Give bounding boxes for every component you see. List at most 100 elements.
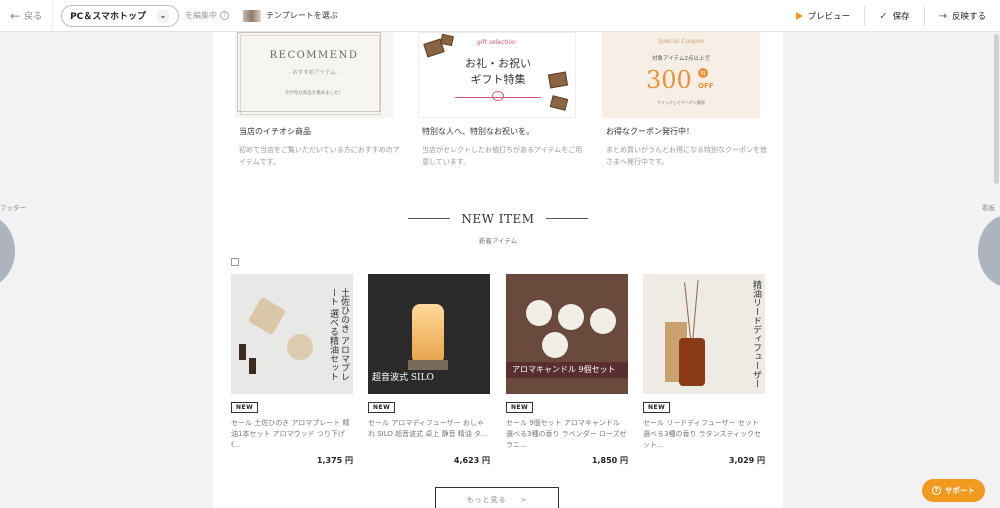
gift-title-line1: お礼・お祝い [465,57,531,70]
bottle-image [679,338,705,386]
reed-stick-image [692,280,699,338]
template-label: テンプレートを選ぶ [266,11,338,20]
editing-label: を編集中 [185,11,218,20]
banner-description: 当店がセレクトしたお値打ちがあるアイテムをご用意しています。 [422,146,583,166]
prev-section-label: フッター [0,204,26,212]
publish-label: 反映する [951,12,986,22]
product-card[interactable]: 超音波式 SILO NEW セール アロマディフューザー おしゃれ SILO 超… [368,274,490,466]
price-currency: 円 [620,456,628,465]
template-select-button[interactable]: テンプレートを選ぶ [243,9,338,22]
editing-status: を編集中 ? [185,10,230,21]
heading-rule [546,218,588,219]
candle-image [542,332,568,358]
product-image-text: 超音波式 SILO [372,373,434,383]
bottle-image [239,344,246,360]
chevron-down-icon: ⌄ [156,8,171,23]
broken-image-icon [231,258,239,266]
device-select[interactable]: PC＆スマホトップ ⌄ [61,4,180,27]
product-card[interactable]: アロマキャンドル 9個セット NEW セール 9個セット アロマキャンドル 選べ… [506,274,628,466]
coupon-script: Special Coupon [657,38,705,45]
coupon-banner[interactable]: Special Coupon 対象アイテム2点以上で 300 円 OFF クリッ… [602,32,760,118]
price-value: 1,375 [316,456,343,465]
diffuser-image [412,304,444,364]
coupon-note: クリックしてクーポン獲得 [657,100,705,105]
see-more-button[interactable]: もっと見る > [435,487,559,508]
product-image[interactable]: 精油リードディフューザー [643,274,765,394]
gift-title-line2: ギフト特集 [470,73,526,86]
back-button[interactable]: ← 戻る [0,0,54,31]
arrow-right-icon: → [938,10,947,22]
publish-button[interactable]: → 反映する [923,6,1000,26]
preview-button[interactable]: プレビュー [782,6,865,26]
product-card[interactable]: 土佐ひのき アロマプレート 選べる精油セット NEW セール 土佐ひのき アロマ… [231,274,353,466]
product-price: 4,623 円 [368,455,490,466]
coupon-off: OFF [698,82,714,90]
price-value: 4,623 [453,456,480,465]
ribbon-bow-icon [492,91,504,101]
price-value: 3,029 [728,456,755,465]
toolbar-actions: プレビュー ✓ 保存 → 反映する [782,0,1000,32]
price-value: 1,850 [591,456,618,465]
product-price: 3,029 円 [643,455,765,466]
gift-box-image [549,95,569,111]
prev-section-button[interactable] [0,215,15,287]
template-thumbnail [243,9,262,22]
product-price: 1,850 円 [506,455,628,466]
product-name[interactable]: セール アロマディフューザー おしゃれ SILO 超音波式 卓上 静音 精油 タ… [368,418,490,451]
product-price: 1,375 円 [231,455,353,466]
product-image-text: アロマキャンドル 9個セット [512,365,616,374]
chevron-right-icon: > [520,496,528,504]
check-icon: ✓ [879,10,888,22]
new-item-subtitle: 新着アイテム [478,237,518,245]
gift-box-image [440,33,454,47]
product-image-text: 精油リードディフューザー [751,280,761,388]
candle-image [558,304,584,330]
page-preview: RECOMMEND - おすすめアイテム - 今が旬な商品を集めました！ gif… [213,32,783,508]
next-section-button[interactable] [978,215,1000,287]
new-badge: NEW [506,402,534,413]
recommend-note: 今が旬な商品を集めました！ [284,91,344,96]
product-image[interactable]: アロマキャンドル 9個セット [506,274,628,394]
price-currency: 円 [345,456,353,465]
recommend-sub: - おすすめアイテム - [288,70,340,76]
back-arrow-icon: ← [10,8,21,23]
new-item-title: NEW ITEM [461,212,535,226]
banner-title: 特別な人へ、特別なお祝いを。 [422,127,534,136]
save-button[interactable]: ✓ 保存 [864,6,923,26]
price-currency: 円 [757,456,765,465]
question-icon: ? [932,486,941,495]
gift-tag: gift selection [477,39,516,46]
new-badge: NEW [368,402,396,413]
wood-plate-image [247,296,287,336]
save-label: 保存 [892,12,910,22]
play-icon [795,12,803,20]
price-currency: 円 [482,456,490,465]
banner-description: 初めて当店をご覧いただいている方におすすめのアイテムです。 [239,146,400,166]
product-image-text: 土佐ひのき アロマプレート 選べる精油セット [328,288,349,381]
product-name[interactable]: セール 土佐ひのき アロマプレート 精油1本セット アロマウッド つり下げ f.… [231,418,353,451]
diffuser-base-image [408,360,448,370]
support-label: サポート [945,486,975,495]
product-card[interactable]: 精油リードディフューザー NEW セール リードディフューザー セット 選べる3… [643,274,765,466]
gift-banner[interactable]: gift selection お礼・お祝い ギフト特集 [418,32,576,118]
see-more-label: もっと見る [466,496,507,504]
bottle-image [249,358,256,374]
new-badge: NEW [231,402,259,413]
candle-image [590,308,616,334]
banner-description: まとめ買いがうんとお得になる特別なクーポンを皆さまへ発行中です。 [606,146,767,166]
device-select-value: PC＆スマホトップ [70,12,147,22]
new-badge: NEW [643,402,671,413]
wood-plate-image [287,334,313,360]
help-icon[interactable]: ? [220,11,230,20]
product-name[interactable]: セール 9個セット アロマキャンドル 選べる3種の香り ラベンダー ローズゼラニ… [506,418,628,451]
banner-title: 当店のイチオシ商品 [239,127,311,136]
product-image[interactable]: 超音波式 SILO [368,274,490,394]
product-name[interactable]: セール リードディフューザー セット 選べる3種の香り ラタンスティックセット.… [643,418,765,451]
product-image[interactable]: 土佐ひのき アロマプレート 選べる精油セット [231,274,353,394]
recommend-banner[interactable]: RECOMMEND - おすすめアイテム - 今が旬な商品を集めました！ [235,32,393,118]
scrollbar[interactable] [994,34,999,184]
coupon-condition: 対象アイテム2点以上で [652,56,710,62]
coupon-amount: 300 [646,66,692,94]
next-section-label: 看板 [982,204,995,212]
support-button[interactable]: ? サポート [922,479,985,502]
